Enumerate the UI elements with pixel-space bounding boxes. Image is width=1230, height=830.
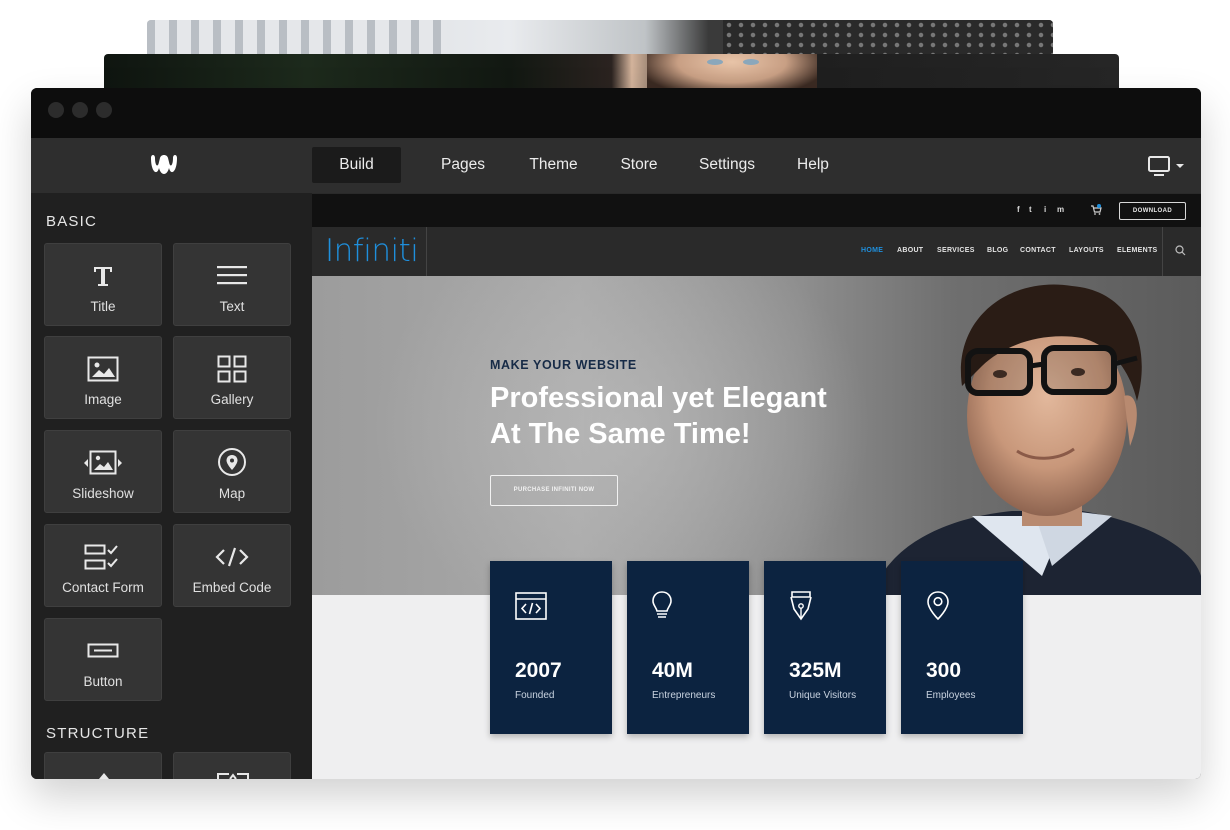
tile-label: Map bbox=[218, 486, 246, 501]
element-tile-gallery[interactable]: Gallery bbox=[173, 336, 291, 419]
eye-left bbox=[707, 59, 723, 65]
element-tile-structure-2[interactable] bbox=[173, 752, 291, 779]
nav-settings[interactable]: Settings bbox=[686, 147, 768, 183]
stat-value: 325M bbox=[789, 659, 842, 682]
window-close-dot[interactable] bbox=[48, 102, 64, 118]
gallery-icon bbox=[174, 353, 290, 385]
element-tile-button[interactable]: Button bbox=[44, 618, 162, 701]
pen-nib-icon bbox=[790, 591, 812, 621]
desktop-monitor-icon[interactable] bbox=[1147, 155, 1187, 179]
tile-label: Slideshow bbox=[72, 486, 134, 501]
hero-headline-line-1: Professional yet Elegant bbox=[490, 382, 827, 414]
nav-divider bbox=[1162, 227, 1163, 276]
stat-value: 300 bbox=[926, 659, 962, 682]
embed-code-icon bbox=[174, 541, 290, 573]
stat-label: Founded bbox=[515, 690, 555, 701]
map-pin-icon bbox=[174, 447, 290, 479]
site-nav-layouts[interactable]: LAYOUTS bbox=[1069, 247, 1104, 254]
site-nav-about[interactable]: ABOUT bbox=[897, 247, 923, 254]
stat-label: Employees bbox=[926, 690, 976, 701]
element-tile-image[interactable]: Image bbox=[44, 336, 162, 419]
site-nav-blog[interactable]: BLOG bbox=[987, 247, 1008, 254]
nav-divider bbox=[426, 227, 427, 276]
eye-right bbox=[743, 59, 759, 65]
nav-help[interactable]: Help bbox=[781, 147, 845, 183]
tile-label: Contact Form bbox=[62, 580, 144, 595]
tile-label: Gallery bbox=[210, 392, 254, 407]
download-button[interactable]: DOWNLOAD bbox=[1119, 202, 1186, 220]
purchase-button[interactable]: PURCHASE INFINITI NOW bbox=[490, 475, 618, 506]
hero-headline-line-2: At The Same Time! bbox=[490, 418, 751, 450]
hero-section: MAKE YOUR WEBSITE Professional yet Elega… bbox=[312, 276, 1201, 595]
button-icon bbox=[45, 635, 161, 667]
mail-icon[interactable]: m bbox=[1057, 205, 1064, 214]
stat-card-employees: 300 Employees bbox=[901, 561, 1023, 734]
stat-card-founded: 2007 Founded bbox=[490, 561, 612, 734]
slideshow-icon bbox=[45, 447, 161, 479]
hero-headline: Professional yet Elegant At The Same Tim… bbox=[490, 380, 910, 452]
text-icon bbox=[174, 260, 290, 292]
tile-label: Title bbox=[90, 299, 116, 314]
element-sidebar: BASIC Title Text Image Gallery Slideshow… bbox=[31, 193, 312, 779]
nav-store[interactable]: Store bbox=[603, 147, 675, 183]
section-title-basic: BASIC bbox=[46, 213, 98, 230]
code-window-icon bbox=[515, 592, 547, 620]
search-icon[interactable] bbox=[1175, 245, 1186, 256]
section-title-structure: STRUCTURE bbox=[46, 725, 150, 742]
location-pin-icon bbox=[927, 591, 949, 621]
site-topbar: f t i m DOWNLOAD bbox=[312, 193, 1201, 227]
site-preview: f t i m DOWNLOAD Infiniti HOME ABOUT SER… bbox=[312, 193, 1201, 779]
title-icon bbox=[45, 260, 161, 292]
stat-card-entrepreneurs: 40M Entrepreneurs bbox=[627, 561, 749, 734]
window-maximize-dot[interactable] bbox=[96, 102, 112, 118]
tile-label: Embed Code bbox=[192, 580, 272, 595]
hero-kicker: MAKE YOUR WEBSITE bbox=[490, 358, 637, 372]
stat-label: Entrepreneurs bbox=[652, 690, 716, 701]
site-nav-services[interactable]: SERVICES bbox=[937, 247, 975, 254]
site-nav: Infiniti HOME ABOUT SERVICES BLOG CONTAC… bbox=[312, 227, 1201, 276]
site-nav-home[interactable]: HOME bbox=[861, 247, 883, 254]
element-tile-structure-1[interactable] bbox=[44, 752, 162, 779]
instagram-icon[interactable]: i bbox=[1044, 205, 1046, 214]
stat-label: Unique Visitors bbox=[789, 690, 857, 701]
site-logo[interactable]: Infiniti bbox=[325, 233, 419, 269]
editor-window: Build Pages Theme Store Settings Help BA… bbox=[31, 88, 1201, 779]
element-tile-map[interactable]: Map bbox=[173, 430, 291, 513]
divider-arrow-icon bbox=[99, 773, 109, 779]
window-minimize-dot[interactable] bbox=[72, 102, 88, 118]
element-tile-text[interactable]: Text bbox=[173, 243, 291, 326]
nav-pages[interactable]: Pages bbox=[423, 147, 503, 183]
cart-icon[interactable] bbox=[1090, 204, 1102, 215]
image-icon bbox=[45, 353, 161, 385]
tile-label: Image bbox=[84, 392, 122, 407]
stat-value: 2007 bbox=[515, 659, 562, 682]
site-nav-elements[interactable]: ELEMENTS bbox=[1117, 247, 1158, 254]
nav-build[interactable]: Build bbox=[312, 147, 401, 183]
element-tile-slideshow[interactable]: Slideshow bbox=[44, 430, 162, 513]
element-tile-contact-form[interactable]: Contact Form bbox=[44, 524, 162, 607]
element-tile-embed-code[interactable]: Embed Code bbox=[173, 524, 291, 607]
contact-form-icon bbox=[45, 541, 161, 573]
twitter-icon[interactable]: t bbox=[1029, 205, 1032, 214]
facebook-icon[interactable]: f bbox=[1017, 205, 1020, 214]
stat-value: 40M bbox=[652, 659, 693, 682]
tile-label: Text bbox=[219, 299, 245, 314]
window-titlebar bbox=[31, 88, 1201, 138]
weebly-logo-icon[interactable] bbox=[147, 152, 181, 180]
stat-card-visitors: 325M Unique Visitors bbox=[764, 561, 886, 734]
lightbulb-icon bbox=[652, 591, 672, 618]
spacer-icon bbox=[217, 773, 249, 779]
tile-label: Button bbox=[83, 674, 123, 689]
site-nav-contact[interactable]: CONTACT bbox=[1020, 247, 1056, 254]
editor-top-nav: Build Pages Theme Store Settings Help bbox=[31, 138, 1201, 193]
nav-theme[interactable]: Theme bbox=[511, 147, 596, 183]
element-tile-title[interactable]: Title bbox=[44, 243, 162, 326]
